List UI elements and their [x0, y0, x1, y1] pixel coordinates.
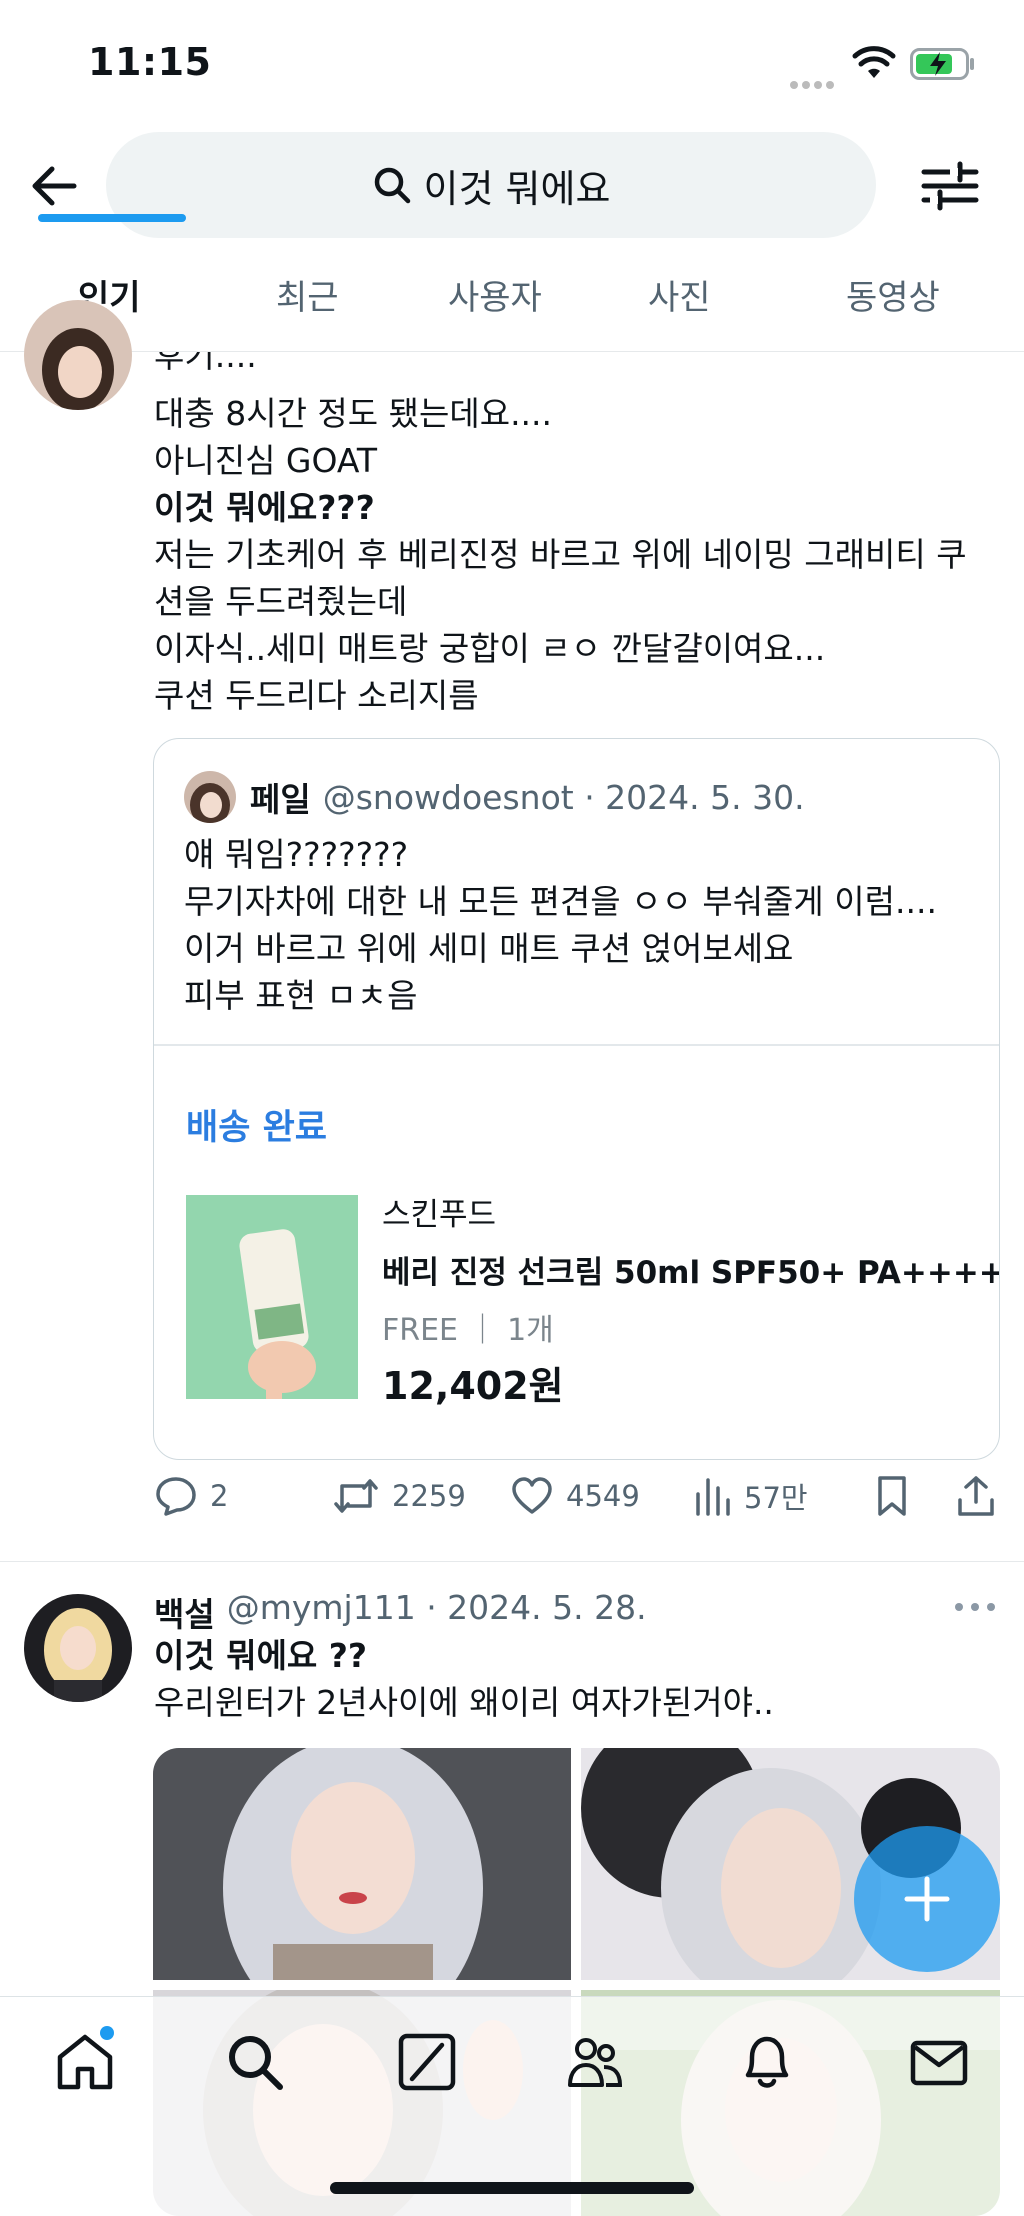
views-count: 57만	[744, 1481, 808, 1515]
search-query: 이것 뭐에요	[423, 166, 611, 211]
quote-line: 이거 바르고 위에 세미 매트 쿠션 얹어보세요	[184, 929, 794, 968]
retweet-icon	[334, 1479, 378, 1513]
product-price: 12,402원	[382, 1364, 564, 1408]
like-count: 4549	[566, 1479, 640, 1513]
bookmark-button[interactable]	[872, 1474, 924, 1518]
post-line: 쿠션 두드리다 소리지름	[154, 676, 479, 715]
tab-bar: 인기 최근 사용자 사진 동영상	[0, 258, 1024, 352]
post-line: 대충 8시간 정도 됐는데요....	[154, 394, 553, 433]
tab-photos[interactable]: 사진	[648, 270, 711, 319]
battery-icon	[910, 48, 974, 80]
tab-recent[interactable]: 최근	[276, 270, 339, 319]
product-brand: 스킨푸드	[382, 1197, 497, 1233]
post-actions: 2 2259 4549 57만	[154, 1474, 1004, 1534]
compose-plus-icon	[904, 1876, 950, 1922]
photo[interactable]	[153, 1748, 571, 1980]
post-line: 후기....	[154, 352, 257, 375]
home-indicator	[330, 2182, 694, 2194]
home-icon	[57, 2034, 113, 2090]
author-handle-date: @mymj111 · 2024. 5. 28.	[226, 1588, 647, 1627]
post-line: 션을 두드려줬는데	[154, 582, 408, 621]
post-line: 아니진심 GOAT	[154, 441, 378, 480]
filter-icon[interactable]	[920, 158, 980, 214]
product-name: 베리 진정 선크림 50ml SPF50+ PA++++	[382, 1255, 1000, 1291]
nav-explore[interactable]	[224, 2031, 286, 2093]
author-name[interactable]: 백설	[154, 1588, 215, 1636]
wifi-icon	[852, 46, 896, 78]
post-body: 대충 8시간 정도 됐는데요.... 아니진심 GOAT 이것 뭐에요??? 저…	[154, 390, 967, 719]
nav-messages[interactable]	[908, 2031, 970, 2093]
post-line-highlight: 이것 뭐에요???	[154, 488, 375, 527]
quote-line: 무기자차에 대한 내 모든 편견을 ㅇㅇ 부숴줄게 이럼....	[184, 882, 937, 921]
quote-line: 얘 뭐임???????	[184, 835, 409, 874]
reply-icon	[156, 1477, 196, 1516]
post-line: 저는 기초케어 후 베리진정 바르고 위에 네이밍 그래비티 쿠	[154, 535, 967, 574]
avatar[interactable]	[24, 1594, 132, 1702]
post-line-highlight: 이것 뭐에요 ??	[154, 1636, 368, 1675]
post-line: 우리윈터가 2년사이에 왜이리 여자가된거야..	[154, 1683, 774, 1722]
nav-communities[interactable]	[564, 2031, 626, 2093]
reply-count: 2	[210, 1479, 229, 1513]
quoted-post[interactable]: 페일 @snowdoesnot · 2024. 5. 30. 얘 뭐임?????…	[153, 738, 1000, 1460]
reply-button[interactable]: 2	[154, 1474, 228, 1518]
active-tab-indicator	[38, 214, 186, 222]
post-body-cut: 후기....	[154, 352, 257, 380]
like-button[interactable]: 4549	[510, 1474, 640, 1518]
avatar[interactable]	[24, 300, 132, 410]
communities-icon	[568, 2038, 623, 2087]
like-icon	[512, 1477, 552, 1514]
post-line: 이자식..세미 매트랑 궁합이 ㄹㅇ 깐달걀이여요...	[154, 629, 826, 668]
retweet-button[interactable]: 2259	[332, 1474, 466, 1518]
explore-icon	[229, 2036, 283, 2090]
retweet-count: 2259	[392, 1479, 466, 1513]
grok-icon	[398, 2033, 456, 2091]
signal-icon	[790, 74, 838, 89]
views-button[interactable]: 57만	[692, 1474, 808, 1518]
nav-home[interactable]	[54, 2031, 116, 2093]
product-image	[186, 1195, 358, 1399]
search-icon	[374, 167, 410, 204]
views-icon	[696, 1478, 730, 1516]
divider	[154, 1044, 999, 1046]
status-time: 11:15	[88, 40, 212, 84]
notifications-icon	[745, 2036, 789, 2088]
share-button[interactable]	[954, 1474, 1010, 1518]
compose-button[interactable]	[854, 1826, 1000, 1972]
share-icon	[958, 1476, 994, 1516]
quote-body: 얘 뭐임??????? 무기자차에 대한 내 모든 편견을 ㅇㅇ 부숴줄게 이럼…	[184, 831, 937, 1019]
quote-header: 페일 @snowdoesnot · 2024. 5. 30.	[184, 771, 805, 823]
tab-videos[interactable]: 동영상	[846, 270, 940, 319]
bookmark-icon	[878, 1476, 906, 1516]
back-arrow-icon[interactable]	[26, 158, 82, 214]
status-bar: 11:15	[0, 0, 1024, 128]
search-input[interactable]: 이것 뭐에요	[106, 132, 876, 238]
nav-notifications[interactable]	[736, 2031, 798, 2093]
avatar	[184, 771, 236, 823]
quote-handle-date: @snowdoesnot · 2024. 5. 30.	[322, 777, 805, 817]
shipping-status: 배송 완료	[186, 1108, 327, 1148]
post-body: 이것 뭐에요 ?? 우리윈터가 2년사이에 왜이리 여자가된거야..	[154, 1632, 774, 1726]
post-separator	[0, 1561, 1024, 1562]
more-icon[interactable]	[952, 1600, 998, 1614]
home-unread-dot	[100, 2026, 114, 2040]
nav-grok[interactable]	[396, 2031, 458, 2093]
search-header: 이것 뭐에요 인기 최근 사용자 사진 동영상	[0, 128, 1024, 352]
quote-author-name: 페일	[250, 780, 311, 819]
quote-line: 피부 표현 ㅁㅊ음	[184, 976, 418, 1015]
post-header: 백설 @mymj111 · 2024. 5. 28.	[154, 1588, 647, 1636]
messages-icon	[910, 2040, 968, 2086]
product-meta: FREE ｜ 1개	[382, 1313, 554, 1348]
tab-users[interactable]: 사용자	[448, 270, 542, 319]
